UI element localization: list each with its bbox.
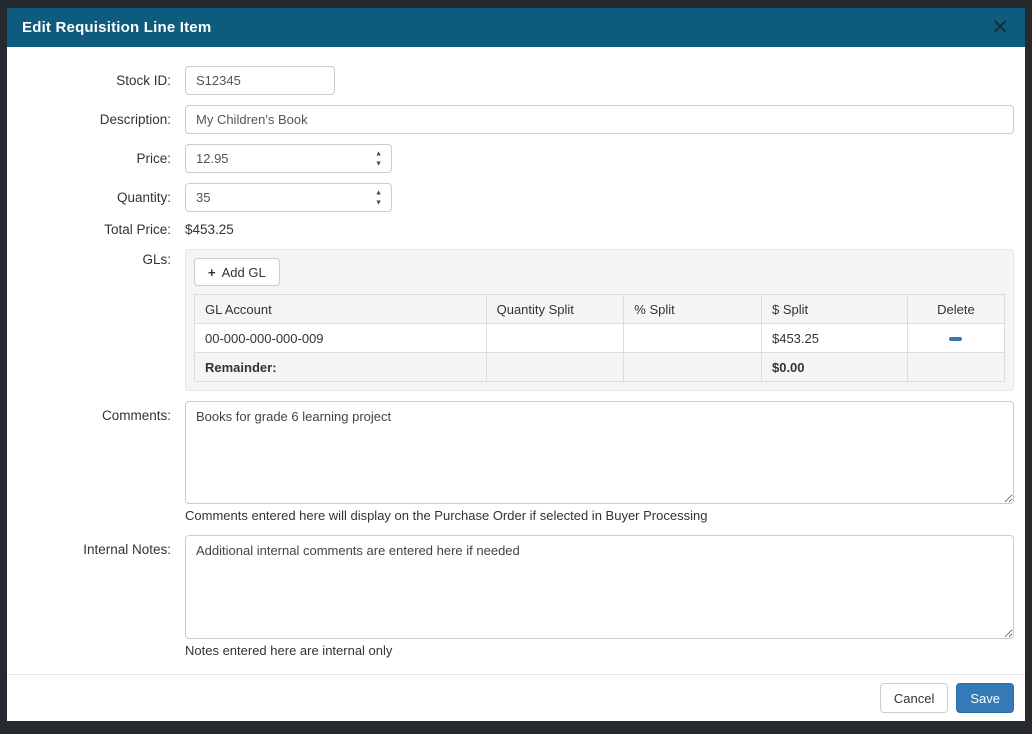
comments-label: Comments: (7, 401, 185, 527)
quantity-split-header: Quantity Split (486, 295, 624, 324)
comments-help-text: Comments entered here will display on th… (185, 504, 1014, 527)
plus-icon: + (208, 265, 216, 280)
percent-split-header: % Split (624, 295, 762, 324)
dollar-split-cell[interactable]: $453.25 (761, 324, 907, 353)
quantity-split-cell[interactable] (486, 324, 624, 353)
dollar-split-header: $ Split (761, 295, 907, 324)
modal-header: Edit Requisition Line Item ✕ (7, 8, 1025, 47)
price-row: Price: ▲ ▼ (7, 144, 1014, 173)
spinner-down-icon[interactable]: ▼ (375, 160, 382, 167)
stock-id-row: Stock ID: (7, 66, 1014, 95)
gl-table-header-row: GL Account Quantity Split % Split $ Spli… (195, 295, 1005, 324)
gl-panel: + Add GL GL Account Quantity Split % Spl… (185, 249, 1014, 391)
modal-title: Edit Requisition Line Item (22, 19, 211, 36)
delete-header: Delete (907, 295, 1004, 324)
total-price-label: Total Price: (7, 222, 185, 237)
spinner-down-icon[interactable]: ▼ (375, 199, 382, 206)
quantity-input[interactable] (185, 183, 392, 212)
remainder-quantity-cell (486, 353, 624, 382)
gl-account-header: GL Account (195, 295, 487, 324)
description-label: Description: (7, 105, 185, 134)
remainder-label-cell: Remainder: (195, 353, 487, 382)
stock-id-input[interactable] (185, 66, 335, 95)
remainder-percent-cell (624, 353, 762, 382)
remainder-dollar-cell: $0.00 (761, 353, 907, 382)
delete-row-minus-icon[interactable] (949, 337, 962, 341)
gl-account-cell: 00-000-000-000-009 (195, 324, 487, 353)
add-gl-button[interactable]: + Add GL (194, 258, 280, 286)
stock-id-label: Stock ID: (7, 66, 185, 95)
percent-split-cell[interactable] (624, 324, 762, 353)
internal-notes-help-text: Notes entered here are internal only (185, 639, 1014, 662)
modal-body: Stock ID: Description: Price: ▲ ▼ (7, 47, 1025, 674)
add-gl-button-label: Add GL (222, 265, 266, 280)
gls-row: GLs: + Add GL GL Account Q (7, 249, 1014, 391)
comments-textarea[interactable]: Books for grade 6 learning project (185, 401, 1014, 504)
quantity-spinner[interactable]: ▲ ▼ (375, 189, 382, 206)
comments-row: Comments: Books for grade 6 learning pro… (7, 401, 1014, 527)
edit-requisition-modal: Edit Requisition Line Item ✕ Stock ID: D… (0, 0, 1032, 734)
description-row: Description: (7, 105, 1014, 134)
price-input[interactable] (185, 144, 392, 173)
save-button[interactable]: Save (956, 683, 1014, 713)
remainder-delete-cell (907, 353, 1004, 382)
gls-label: GLs: (7, 249, 185, 391)
total-price-value: $453.25 (185, 222, 1014, 237)
close-icon[interactable]: ✕ (989, 17, 1011, 38)
price-label: Price: (7, 144, 185, 173)
internal-notes-textarea[interactable]: Additional internal comments are entered… (185, 535, 1014, 639)
cancel-button[interactable]: Cancel (880, 683, 948, 713)
gl-table-row: 00-000-000-000-009 $453.25 (195, 324, 1005, 353)
price-spinner[interactable]: ▲ ▼ (375, 150, 382, 167)
gl-table: GL Account Quantity Split % Split $ Spli… (194, 294, 1005, 382)
internal-notes-label: Internal Notes: (7, 535, 185, 662)
description-input[interactable] (185, 105, 1014, 134)
internal-notes-row: Internal Notes: Additional internal comm… (7, 535, 1014, 662)
quantity-row: Quantity: ▲ ▼ (7, 183, 1014, 212)
total-price-row: Total Price: $453.25 (7, 222, 1014, 237)
quantity-label: Quantity: (7, 183, 185, 212)
spinner-up-icon[interactable]: ▲ (375, 189, 382, 196)
delete-cell (907, 324, 1004, 353)
modal-footer: Cancel Save (7, 674, 1025, 721)
spinner-up-icon[interactable]: ▲ (375, 150, 382, 157)
remainder-row: Remainder: $0.00 (195, 353, 1005, 382)
